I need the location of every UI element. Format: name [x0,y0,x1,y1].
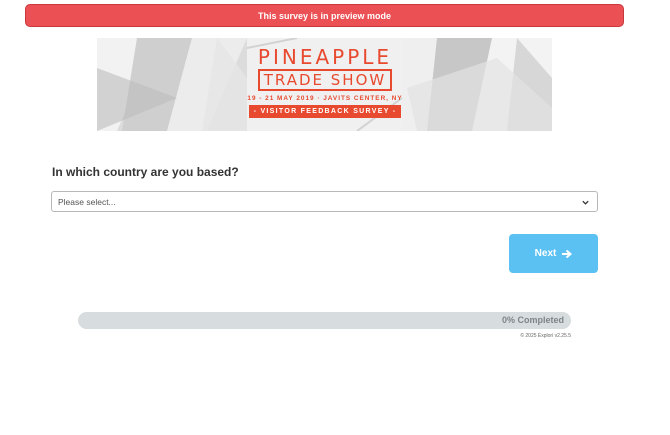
preview-mode-banner: This survey is in preview mode [25,4,624,27]
progress-bar: 0% Completed [78,312,571,329]
country-select[interactable]: Please select... [51,191,598,212]
country-select-value: Please select... [58,196,116,207]
event-date: 19 - 21 MAY 2019 · JAVITS CENTER, NY [247,95,403,102]
survey-header-image: PINEAPPLE TRADE SHOW 19 - 21 MAY 2019 · … [97,38,552,131]
question-text: In which country are you based? [52,165,239,179]
event-logo: PINEAPPLE TRADE SHOW 19 - 21 MAY 2019 · … [245,46,405,124]
event-title: PINEAPPLE [257,45,393,69]
progress-label: 0% Completed [501,315,564,325]
event-subtitle: TRADE SHOW [257,69,393,91]
next-button-label: Next [534,248,557,259]
arrow-right-icon [562,249,573,258]
preview-mode-text: This survey is in preview mode [257,10,392,21]
copyright-footer: © 2025 Explori v2.25.5 [520,333,571,339]
next-button[interactable]: Next [509,234,598,273]
survey-ribbon: - VISITOR FEEDBACK SURVEY - [248,105,402,118]
chevron-down-icon [582,200,589,205]
